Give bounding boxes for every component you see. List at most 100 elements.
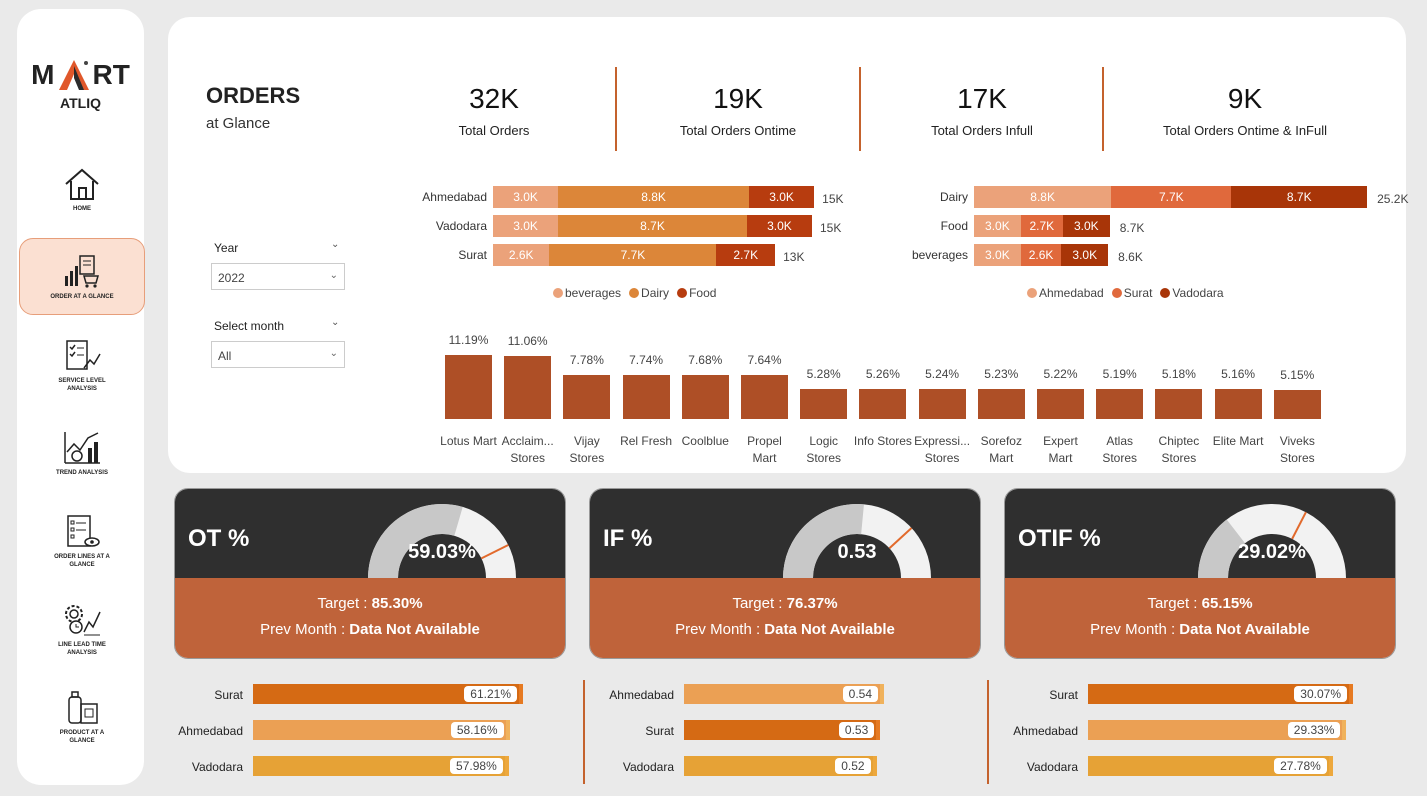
column-bar[interactable] <box>977 389 1025 419</box>
bar-segment[interactable]: 3.0K <box>746 215 812 237</box>
column-category-label: Sorefoz Mart <box>980 434 1022 465</box>
kpi-label: Total Orders <box>458 123 530 138</box>
sidebar-item-order-at-a-glance[interactable]: ORDER AT A GLANCE <box>50 245 114 309</box>
bar[interactable]: 61.21% <box>253 684 523 704</box>
chevron-down-icon: ⌄ <box>329 270 338 281</box>
prev-month-value: Data Not Available <box>1179 621 1310 638</box>
bar-segment[interactable]: 3.0K <box>974 215 1021 237</box>
chart-cart-icon <box>65 254 99 288</box>
stacked-bar[interactable]: 3.0K 2.7K 3.0K <box>974 215 1110 237</box>
column-bar[interactable] <box>800 388 848 419</box>
stacked-bar[interactable]: 3.0K 8.7K 3.0K <box>493 215 812 237</box>
legend-item: Food <box>677 286 716 300</box>
bar-end-cap <box>1342 720 1347 740</box>
year-dropdown[interactable]: 2022 ⌄ <box>211 263 345 290</box>
sidebar-item-trend-analysis[interactable]: TREND ANALYSIS <box>50 421 114 485</box>
sidebar-item-order-lines-at-a-glance[interactable]: ORDER LINES AT A GLANCE <box>50 509 114 573</box>
target-line: Target : 76.37% <box>590 591 980 617</box>
bar-segment[interactable]: 3.0K <box>493 186 559 208</box>
bar-segment[interactable]: 2.7K <box>716 244 776 266</box>
column-bar[interactable] <box>1155 389 1203 419</box>
bar-segment[interactable]: 8.8K <box>558 186 750 208</box>
column-bar[interactable] <box>1273 389 1321 419</box>
column-bar[interactable] <box>681 375 729 419</box>
column-bar[interactable] <box>504 355 552 419</box>
stacked-bar[interactable]: 3.0K 8.8K 3.0K <box>493 186 815 208</box>
bar[interactable]: 0.53 <box>684 720 881 740</box>
bar-segment[interactable]: 2.7K <box>1020 215 1063 237</box>
bar-segment[interactable]: 2.6K <box>493 244 550 266</box>
bar-segment[interactable]: 7.7K <box>1111 186 1232 208</box>
bar[interactable]: 0.52 <box>684 756 877 776</box>
list-eye-icon <box>67 514 100 547</box>
kpi-card: OTIF % 29.02% Target : 65.15% Prev Month : … <box>1004 488 1396 659</box>
sidebar-item-home[interactable]: HOME <box>50 157 114 221</box>
column-bar[interactable] <box>622 374 670 419</box>
sidebar-item-service-level-analysis[interactable]: SERVICE LEVEL ANALYSIS <box>50 333 114 397</box>
kpi-total-orders: 32K Total Orders <box>374 83 614 138</box>
prev-month-line: Prev Month : Data Not Available <box>1005 617 1395 643</box>
bar[interactable]: 0.54 <box>684 684 884 704</box>
column-bar[interactable] <box>563 374 611 419</box>
column-data-label: 5.18% <box>1161 367 1196 382</box>
stacked-bar[interactable]: 3.0K 2.6K 3.0K <box>974 244 1109 266</box>
gauge-chart <box>1198 504 1346 578</box>
bar-category-label: Vadodara <box>1026 760 1078 774</box>
month-dropdown-value: All <box>218 349 232 363</box>
bar-segment[interactable]: 3.0K <box>493 215 559 237</box>
stacked-bar[interactable]: 8.8K 7.7K 8.7K <box>974 186 1368 208</box>
column-data-label: 5.24% <box>925 367 960 382</box>
column-bar[interactable] <box>1096 389 1144 419</box>
gauge-value: 59.03% <box>408 541 476 563</box>
kpi-label: Total Orders Ontime <box>679 123 797 138</box>
bar-segment[interactable]: 8.7K <box>1231 186 1368 208</box>
bar-category-label: Vadodara <box>191 760 243 774</box>
bar[interactable]: 57.98% <box>253 756 509 776</box>
legend-item: Dairy <box>629 286 669 300</box>
column-category-label: Rel Fresh <box>620 434 673 448</box>
column-data-label: 7.74% <box>629 352 664 367</box>
kpi-divider <box>615 67 617 151</box>
column-data-label: 5.16% <box>1221 367 1256 382</box>
sidebar-item-product-at-a-glance[interactable]: PRODUCT AT A GLANCE <box>50 685 114 749</box>
bar-end-cap <box>505 720 510 740</box>
kpi-card-footer: Target : 85.30% Prev Month : Data Not Ava… <box>175 578 565 658</box>
bar[interactable]: 27.78% <box>1088 756 1333 776</box>
bar[interactable]: 29.33% <box>1088 720 1347 740</box>
logo-text-right: RT <box>92 59 130 90</box>
logo-subtitle: ATLIQ <box>60 95 101 111</box>
bar-segment[interactable]: 3.0K <box>749 186 815 208</box>
bar-segment[interactable]: 8.8K <box>974 186 1112 208</box>
column-bar[interactable] <box>859 388 907 419</box>
bar-category-label: Ahmedabad <box>1013 724 1078 738</box>
bar-segment[interactable]: 8.7K <box>558 215 747 237</box>
gauge-chart <box>368 504 516 578</box>
column-bar[interactable] <box>918 389 966 419</box>
prev-month-line: Prev Month : Data Not Available <box>590 617 980 643</box>
column-bar[interactable] <box>1037 389 1084 419</box>
prev-month-value: Data Not Available <box>349 621 480 638</box>
bar[interactable]: 58.16% <box>253 720 510 740</box>
target-label: Target : <box>317 595 372 612</box>
stacked-bar[interactable]: 2.6K 7.7K 2.7K <box>493 244 776 266</box>
sidebar-item-label: ORDER LINES AT A GLANCE <box>54 553 110 568</box>
column-bar[interactable] <box>741 375 788 419</box>
checklist-chart-icon <box>66 339 101 370</box>
bar-segment[interactable]: 2.6K <box>1020 244 1062 266</box>
bar-segment[interactable]: 3.0K <box>974 244 1021 266</box>
bar[interactable]: 30.07% <box>1088 684 1353 704</box>
column-bar[interactable] <box>445 355 492 419</box>
column-bar[interactable] <box>1214 389 1262 419</box>
kpi-label: Total Orders Ontime & InFull <box>1163 123 1327 138</box>
chevron-down-icon[interactable]: ⌄ <box>331 239 339 250</box>
legend-item: Vadodara <box>1160 286 1224 300</box>
bar-segment[interactable]: 7.7K <box>549 244 717 266</box>
bar-category-label: Surat <box>214 688 243 702</box>
bar-segment[interactable]: 3.0K <box>1061 244 1109 266</box>
chevron-down-icon[interactable]: ⌄ <box>331 317 339 328</box>
month-dropdown[interactable]: All ⌄ <box>211 341 345 368</box>
page-title: ORDERS <box>206 83 301 108</box>
prev-month-line: Prev Month : Data Not Available <box>175 617 565 643</box>
bar-segment[interactable]: 3.0K <box>1062 215 1110 237</box>
sidebar-item-line-lead-time-analysis[interactable]: LINE LEAD TIME ANALYSIS <box>50 597 114 661</box>
